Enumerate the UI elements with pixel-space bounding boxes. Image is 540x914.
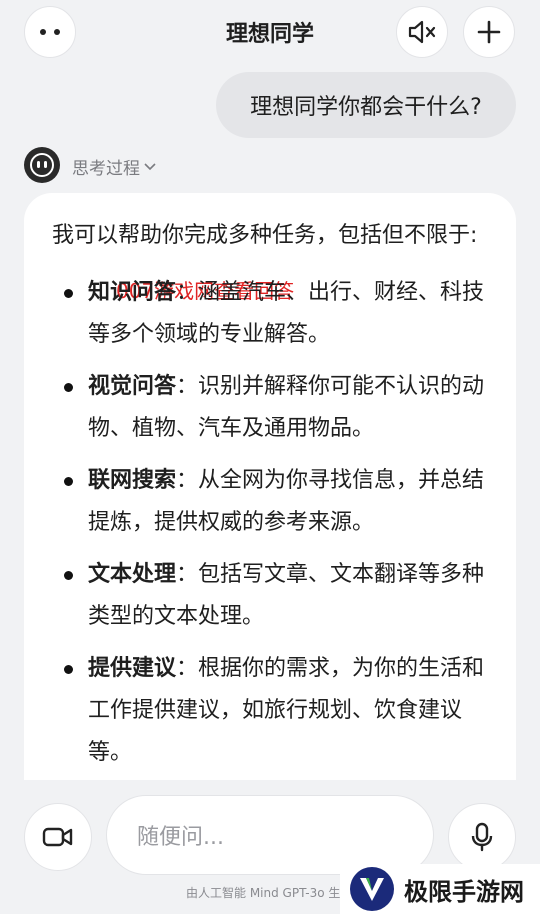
chat-input-placeholder: 随便问...	[137, 825, 224, 850]
site-logo-icon	[350, 867, 394, 911]
speaker-muted-icon	[408, 20, 436, 44]
chat-input[interactable]: 随便问...	[106, 795, 434, 875]
robot-face-icon	[30, 153, 54, 177]
voice-input-button[interactable]	[448, 803, 516, 871]
list-item: 联网搜索：从全网为你寻找信息，并总结提炼，提供权威的参考来源。	[52, 460, 488, 544]
assistant-avatar	[24, 147, 60, 183]
page-title: 理想同学	[225, 22, 314, 47]
user-message-text: 理想同学你都会干什么?	[250, 95, 482, 120]
site-logo-text: 极限手游网	[404, 876, 524, 906]
item-title: 视觉问答	[88, 374, 177, 399]
list-item: 视觉问答：识别并解释你可能不认识的动物、植物、汽车及通用物品。	[52, 366, 488, 450]
user-message-bubble: 理想同学你都会干什么?	[216, 72, 516, 138]
mute-button[interactable]	[396, 6, 448, 58]
answer-intro: 我可以帮助你完成多种任务，包括但不限于:	[52, 223, 478, 248]
footer-disclaimer: 由人工智能 Mind GPT-3o 生	[186, 886, 341, 900]
list-item: 知识问答：涵盖汽车、出行、财经、科技等多个领域的专业解答。	[52, 272, 488, 356]
new-chat-button[interactable]	[463, 6, 515, 58]
video-call-button[interactable]	[24, 803, 92, 871]
thinking-process-label: 思考过程	[72, 159, 140, 179]
item-title: 联网搜索	[88, 468, 177, 493]
plus-icon	[477, 20, 501, 44]
capability-list: 知识问答：涵盖汽车、出行、财经、科技等多个领域的专业解答。 视觉问答：识别并解释…	[52, 272, 488, 774]
assistant-answer-card: 我可以帮助你完成多种任务，包括但不限于: 007游戏网查看回答 知识问答：涵盖汽…	[24, 193, 516, 780]
chevron-down-icon	[144, 162, 156, 170]
bullet-dot	[64, 383, 73, 392]
item-title: 知识问答	[88, 280, 177, 305]
bullet-dot	[64, 665, 73, 674]
bullet-dot	[64, 571, 73, 580]
site-logo-overlay: 极限手游网	[340, 864, 540, 914]
video-camera-icon	[42, 827, 73, 847]
microphone-icon	[471, 822, 493, 852]
thinking-process-toggle[interactable]: 思考过程	[72, 154, 156, 179]
bullet-dot	[64, 289, 73, 298]
item-title: 文本处理	[88, 562, 177, 587]
list-item: 文本处理：包括写文章、文本翻译等多种类型的文本处理。	[52, 554, 488, 638]
bullet-dot	[64, 477, 73, 486]
list-item: 提供建议：根据你的需求，为你的生活和工作提供建议，如旅行规划、饮食建议等。	[52, 648, 488, 774]
item-title: 提供建议	[88, 656, 177, 681]
